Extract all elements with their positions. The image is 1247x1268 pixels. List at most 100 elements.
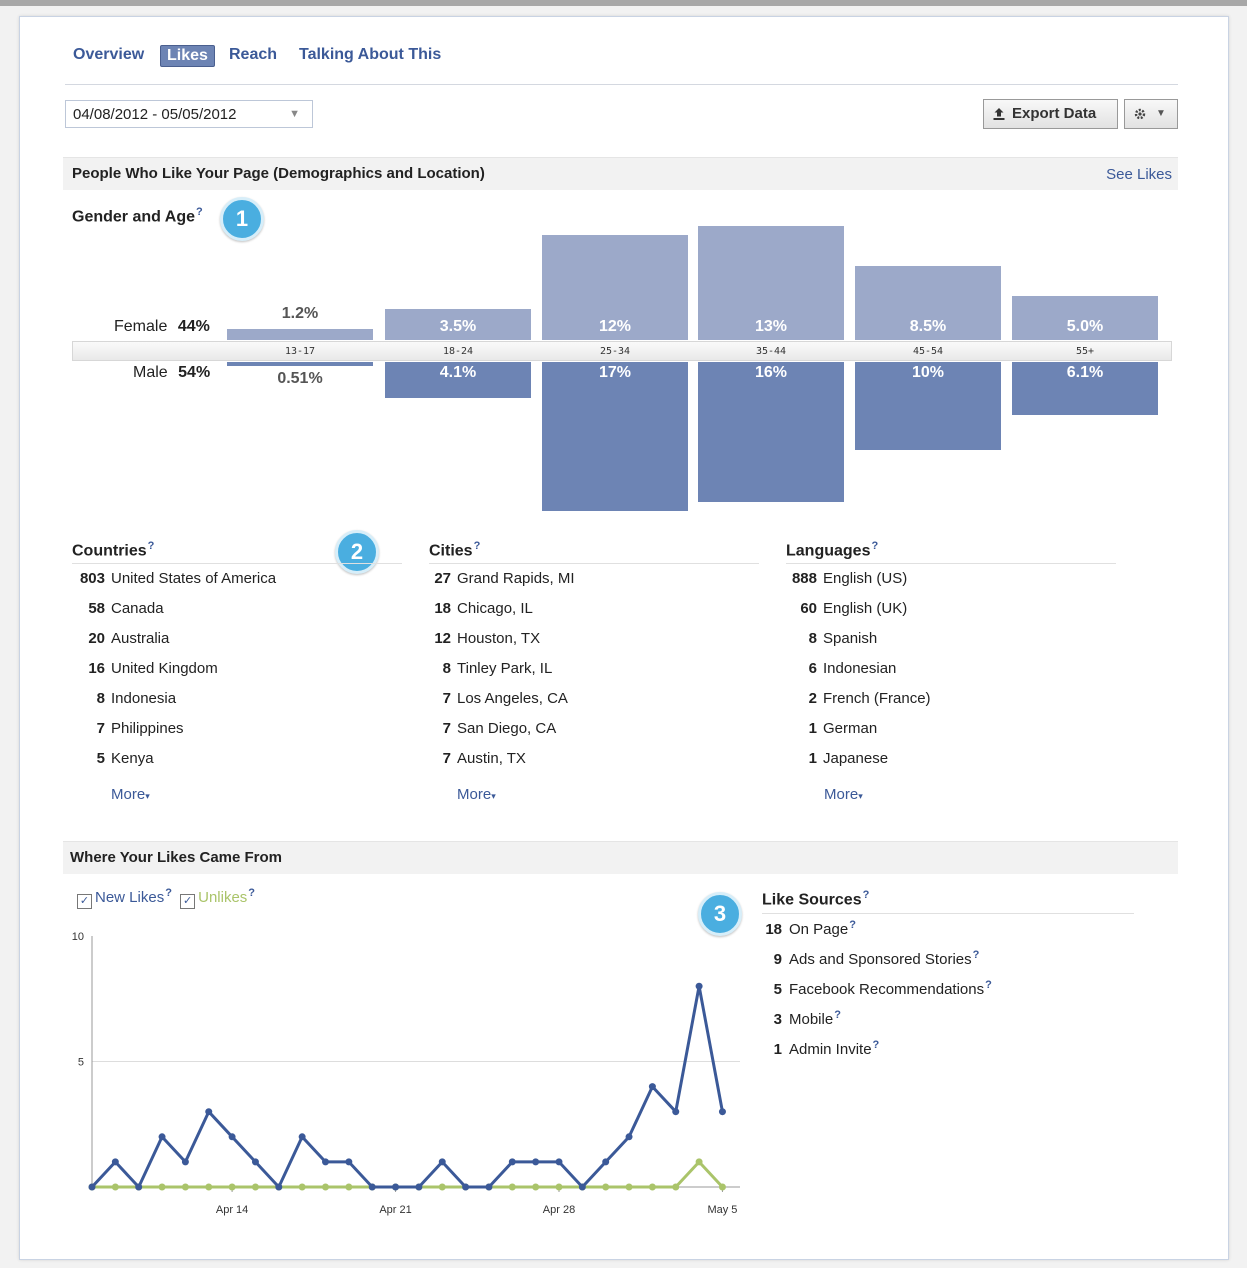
new-likes-point: [88, 1183, 96, 1191]
age-label: 55+: [1075, 346, 1095, 357]
cities-more-link[interactable]: More▾: [457, 786, 496, 803]
unlikes-point: [111, 1183, 119, 1191]
new-likes-checkbox[interactable]: ✓: [77, 894, 92, 909]
export-data-button[interactable]: Export Data: [983, 99, 1118, 129]
help-icon[interactable]: ?: [871, 540, 878, 552]
languages-more-link[interactable]: More▾: [824, 786, 863, 803]
unlikes-point: [228, 1183, 236, 1191]
item-name: Houston, TX: [457, 630, 541, 647]
item-name: Tinley Park, IL: [457, 660, 553, 677]
countries-divider: [72, 563, 402, 564]
help-icon[interactable]: ?: [985, 979, 992, 991]
list-item: 888 English (US): [786, 570, 907, 587]
female-pct-label: 1.2%: [281, 305, 319, 322]
cities-divider: [429, 563, 759, 564]
chart-legend: ✓ New Likes? ✓ Unlikes?: [77, 887, 255, 909]
gender-age-title: Gender and Age?: [72, 206, 203, 226]
source-name: Mobile: [789, 1011, 834, 1028]
list-item: 27 Grand Rapids, MI: [429, 570, 574, 587]
item-name: German: [823, 720, 878, 737]
unlikes-point: [672, 1183, 680, 1191]
x-tick-label: Apr 28: [543, 1204, 575, 1216]
male-pct: 54%: [178, 364, 211, 381]
help-icon[interactable]: ?: [973, 949, 980, 961]
item-count: 18: [434, 600, 451, 617]
countries-title: Countries?: [72, 540, 154, 560]
more-label: More: [111, 786, 146, 803]
gender-age-title-text: Gender and Age: [72, 208, 195, 226]
new-likes-point: [602, 1158, 610, 1166]
like-sources-title-text: Like Sources: [762, 891, 862, 909]
source-name: Ads and Sponsored Stories: [789, 951, 972, 968]
source-name: Admin Invite: [789, 1041, 872, 1058]
unlikes-point: [181, 1183, 189, 1191]
item-count: 6: [808, 660, 817, 677]
item-name: United States of America: [111, 570, 277, 587]
like-source-item: 5 Facebook Recommendations?: [762, 979, 992, 998]
more-label: More: [457, 786, 492, 803]
help-icon[interactable]: ?: [474, 540, 481, 552]
help-icon[interactable]: ?: [863, 889, 870, 901]
callout-badge-3: 3: [698, 892, 742, 936]
item-count: 888: [791, 570, 817, 587]
help-icon[interactable]: ?: [196, 206, 203, 218]
date-range-select[interactable]: 04/08/2012 - 05/05/2012 ▼: [65, 100, 313, 128]
unlikes-point: [205, 1183, 213, 1191]
tab-reach[interactable]: Reach: [229, 46, 277, 64]
list-item: 20 Australia: [72, 630, 169, 647]
item-count: 5: [96, 750, 105, 767]
list-item: 12 Houston, TX: [429, 630, 540, 647]
help-icon[interactable]: ?: [849, 919, 856, 931]
new-likes-point: [251, 1158, 259, 1166]
tab-talking-about-this[interactable]: Talking About This: [299, 46, 441, 64]
languages-title-text: Languages: [786, 542, 871, 560]
new-likes-point: [438, 1158, 446, 1166]
help-icon[interactable]: ?: [248, 887, 255, 899]
source-name: Facebook Recommendations: [789, 981, 985, 998]
item-count: 20: [88, 630, 105, 647]
source-name: On Page: [789, 921, 849, 938]
unlikes-point: [508, 1183, 516, 1191]
unlikes-point: [345, 1183, 353, 1191]
help-icon[interactable]: ?: [873, 1039, 880, 1051]
new-likes-point: [298, 1133, 306, 1141]
like-sources-divider: [762, 913, 1134, 914]
list-item: 8 Spanish: [786, 630, 878, 647]
age-label: 25-34: [599, 346, 631, 357]
new-likes-point: [462, 1183, 470, 1191]
see-likes-link[interactable]: See Likes: [1106, 166, 1172, 183]
new-likes-point: [625, 1133, 633, 1141]
new-likes-point: [135, 1183, 143, 1191]
item-name: English (US): [823, 570, 908, 587]
item-count: 8: [808, 630, 817, 647]
countries-title-text: Countries: [72, 542, 147, 560]
age-label: 45-54: [912, 346, 944, 357]
tab-overview[interactable]: Overview: [73, 46, 144, 64]
tab-likes[interactable]: Likes: [160, 45, 215, 67]
list-item: 8 Tinley Park, IL: [429, 660, 553, 677]
new-likes-point: [532, 1158, 540, 1166]
date-range-value: 04/08/2012 - 05/05/2012: [73, 106, 237, 123]
item-name: Indonesian: [823, 660, 897, 677]
list-item: 7 Los Angeles, CA: [429, 690, 568, 707]
help-icon[interactable]: ?: [148, 540, 155, 552]
list-item: 16 United Kingdom: [72, 660, 218, 677]
new-likes-point: [345, 1158, 353, 1166]
upload-icon: [993, 108, 1005, 120]
item-name: United Kingdom: [111, 660, 218, 677]
source-count: 18: [765, 921, 782, 938]
settings-menu-button[interactable]: ▼: [1124, 99, 1178, 129]
y-tick-label: 5: [78, 1057, 84, 1069]
countries-more-link[interactable]: More▾: [111, 786, 150, 803]
gear-icon: [1134, 108, 1146, 120]
cities-title: Cities?: [429, 540, 480, 560]
list-item: 6 Indonesian: [786, 660, 897, 677]
help-icon[interactable]: ?: [165, 887, 172, 899]
item-name: Philippines: [111, 720, 184, 737]
source-count: 9: [773, 951, 782, 968]
item-name: Chicago, IL: [457, 600, 533, 617]
unlikes-checkbox[interactable]: ✓: [180, 894, 196, 909]
list-item: 5 Kenya: [72, 750, 154, 767]
female-pct-label: 13%: [754, 318, 788, 335]
help-icon[interactable]: ?: [834, 1009, 841, 1021]
